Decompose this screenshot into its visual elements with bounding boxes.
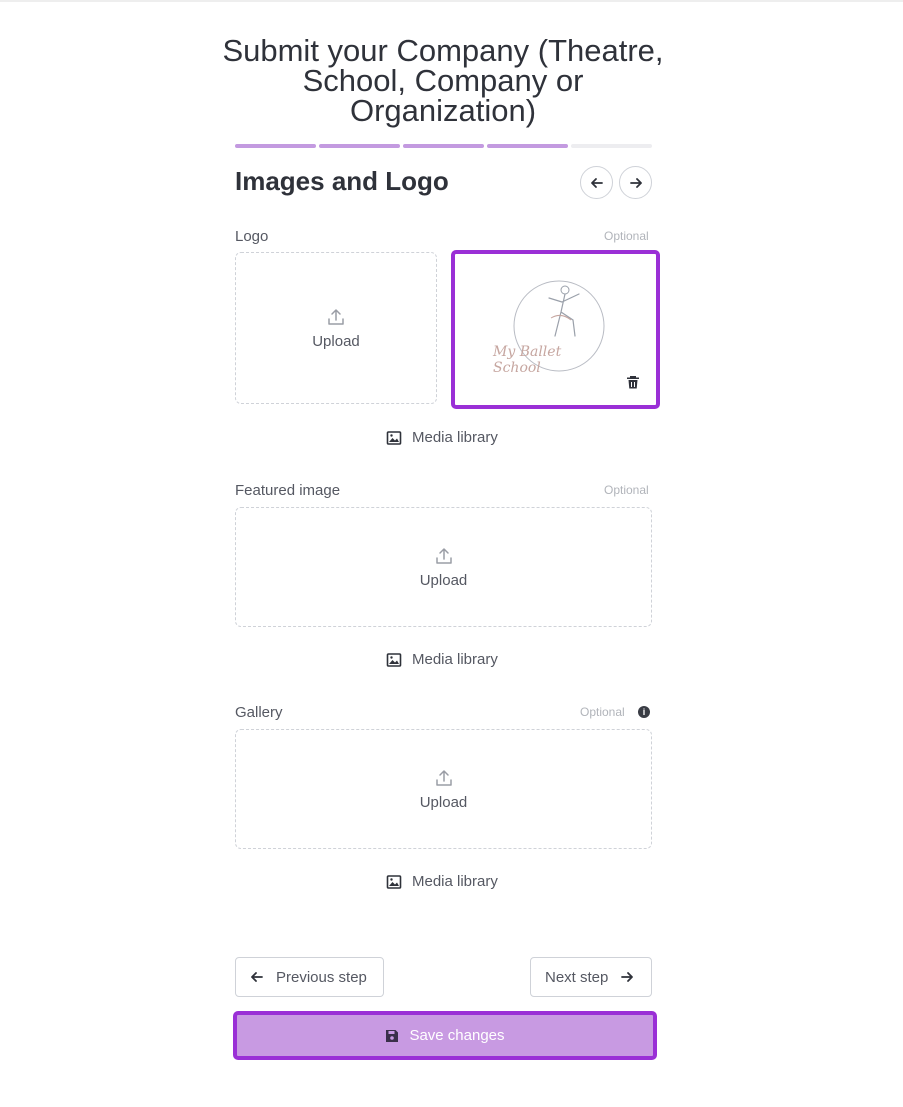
step-progress-bar	[235, 144, 652, 148]
progress-segment	[235, 144, 316, 148]
media-library-label: Media library	[412, 873, 498, 890]
step-nav-arrows	[580, 166, 652, 199]
featured-image-upload-dropzone[interactable]: Upload	[235, 507, 652, 627]
progress-segment	[487, 144, 568, 148]
next-step-button[interactable]: Next step	[530, 957, 652, 997]
logo-media-library-button[interactable]: Media library	[386, 429, 498, 446]
section-title: Images and Logo	[235, 166, 449, 196]
upload-label: Upload	[419, 793, 468, 811]
media-library-label: Media library	[412, 651, 498, 668]
logo-preview[interactable]: My Ballet School	[451, 250, 660, 409]
upload-icon	[435, 547, 452, 564]
gallery-upload-dropzone[interactable]: Upload	[235, 729, 652, 849]
info-icon[interactable]: i	[638, 706, 650, 718]
image-icon	[386, 874, 402, 889]
save-changes-label: Save changes	[409, 1027, 505, 1044]
featured-optional-label: Optional	[604, 483, 649, 497]
upload-icon	[328, 308, 344, 325]
featured-image-label: Featured image	[235, 482, 341, 499]
next-step-label: Next step	[545, 968, 609, 986]
upload-label: Upload	[312, 332, 360, 350]
logo-label: Logo	[235, 228, 269, 245]
save-icon	[386, 1029, 399, 1042]
next-arrow-button[interactable]	[619, 166, 652, 199]
page-title-line: Organization)	[349, 93, 537, 128]
image-icon	[386, 430, 402, 445]
gallery-label: Gallery	[235, 704, 283, 721]
media-library-label: Media library	[412, 429, 498, 446]
trash-icon[interactable]	[625, 374, 641, 390]
arrow-left-icon	[590, 177, 603, 188]
upload-icon	[435, 769, 452, 786]
gallery-media-library-button[interactable]: Media library	[386, 873, 498, 890]
top-divider	[0, 0, 903, 2]
previous-step-label: Previous step	[276, 968, 367, 986]
save-changes-button[interactable]: Save changes	[233, 1011, 657, 1060]
progress-segment	[571, 144, 652, 148]
gallery-optional-label: Optional	[580, 705, 625, 719]
image-icon	[386, 652, 402, 667]
upload-label: Upload	[419, 571, 468, 589]
progress-segment	[403, 144, 484, 148]
logo-optional-label: Optional	[604, 229, 649, 243]
progress-segment	[319, 144, 400, 148]
logo-preview-text: My Ballet School	[493, 344, 562, 376]
previous-step-button[interactable]: Previous step	[235, 957, 384, 997]
arrow-right-icon	[621, 972, 634, 982]
logo-upload-dropzone[interactable]: Upload	[235, 252, 437, 404]
arrow-left-icon	[251, 972, 263, 982]
arrow-right-icon	[629, 177, 642, 188]
featured-media-library-button[interactable]: Media library	[386, 651, 498, 668]
page-title: Submit your Company (Theatre, School, Co…	[200, 35, 686, 128]
previous-arrow-button[interactable]	[580, 166, 613, 199]
